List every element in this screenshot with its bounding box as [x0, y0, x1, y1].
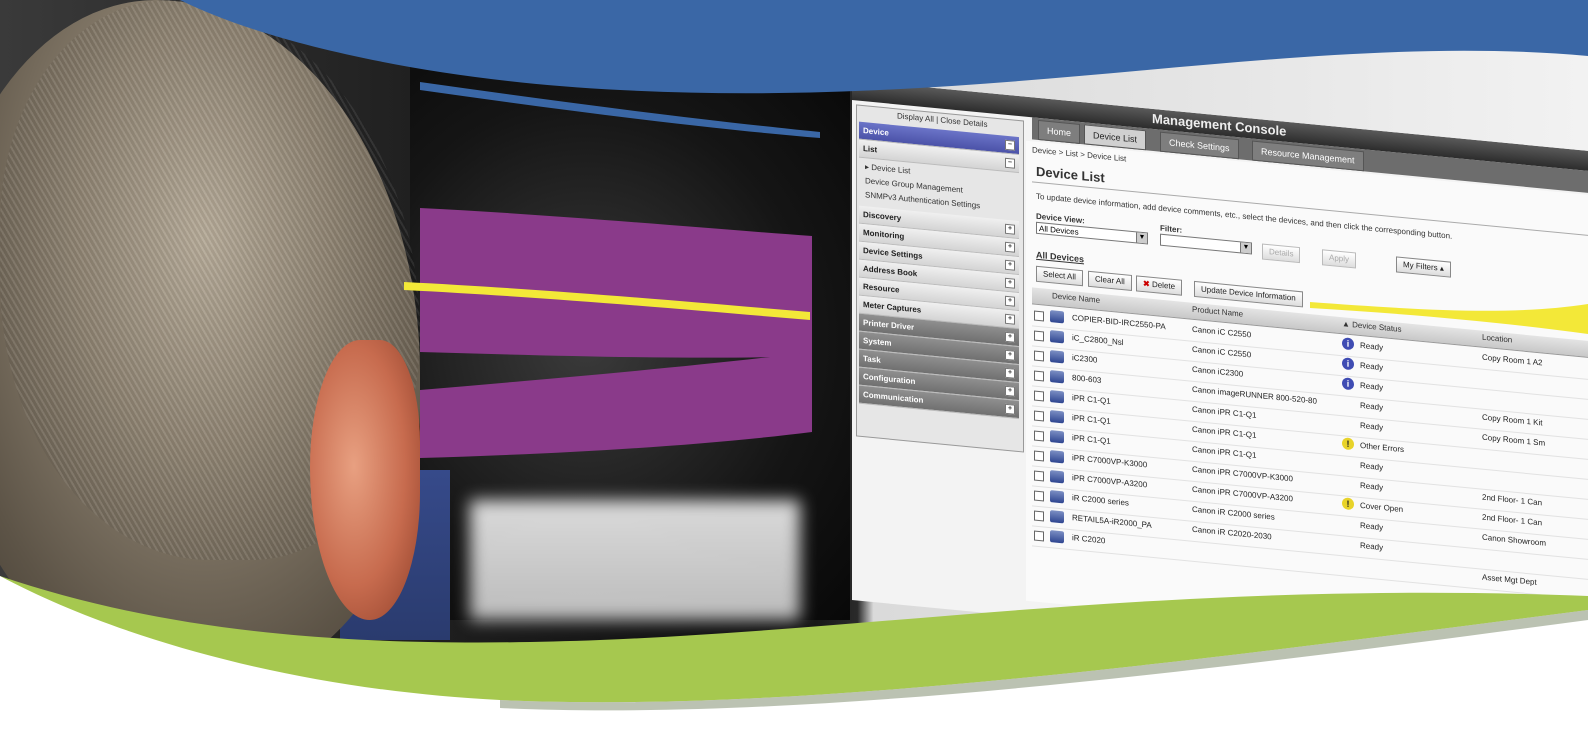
- purple-band-lower: [420, 352, 812, 458]
- brochure-banner: Management Console Home Device List Chec…: [0, 0, 1588, 742]
- purple-band-upper: [420, 208, 812, 358]
- decorative-swooshes: [0, 0, 1588, 742]
- top-blue-band: [0, 0, 1588, 94]
- yellow-right-wedge: [1310, 302, 1588, 334]
